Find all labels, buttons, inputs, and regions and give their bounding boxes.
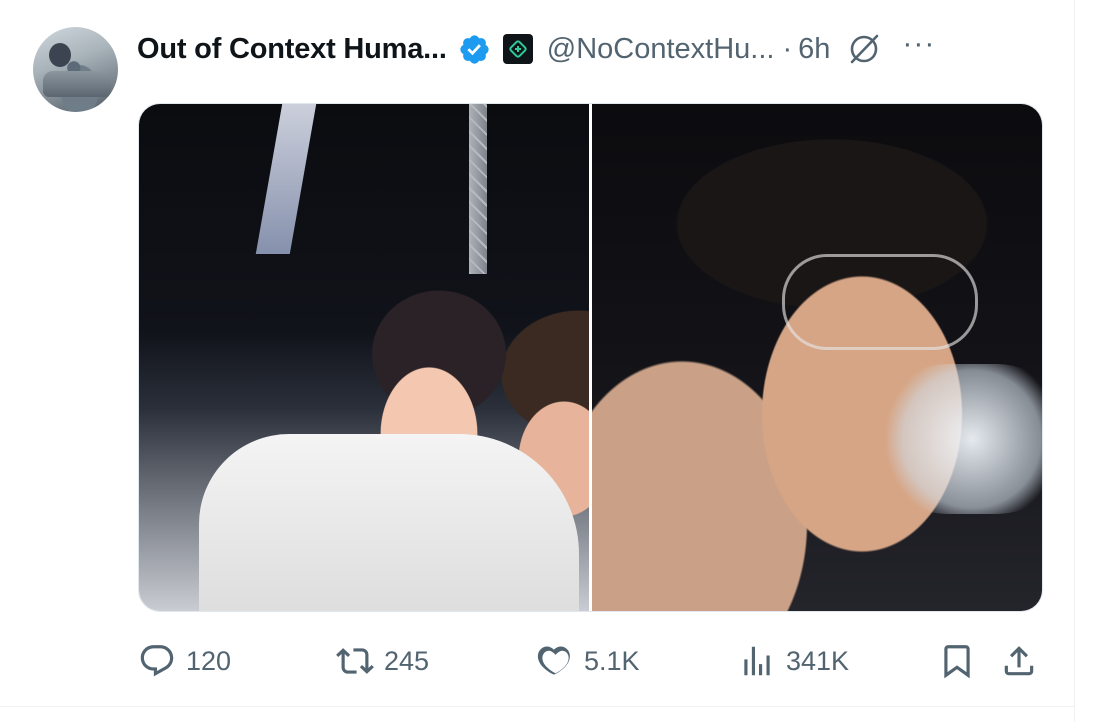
reply-count: 120 bbox=[186, 645, 232, 676]
timeline-right-border bbox=[1074, 0, 1075, 722]
photo-1-shirt-shape bbox=[199, 434, 579, 611]
photo-2-smoke-shape bbox=[872, 364, 1042, 514]
reply-button[interactable]: 120 bbox=[138, 636, 231, 686]
tweet-actions-bar: 120 245 5.1K 341K bbox=[138, 636, 1041, 686]
photo-2-glasses-shape bbox=[782, 254, 978, 350]
tweet-photo-2[interactable] bbox=[592, 104, 1042, 611]
like-button[interactable]: 5.1K bbox=[536, 636, 640, 686]
avatar-person-shape bbox=[49, 43, 71, 67]
tweet-header: Out of Context Huma... @NoContextHu... ·… bbox=[137, 28, 935, 70]
separator-dot: · bbox=[782, 32, 793, 65]
more-icon[interactable]: ··· bbox=[902, 29, 935, 69]
timestamp[interactable]: 6h bbox=[798, 33, 830, 66]
view-count: 341K bbox=[786, 645, 850, 676]
user-handle[interactable]: @NoContextHu... bbox=[547, 33, 775, 66]
views-icon bbox=[744, 646, 770, 676]
repost-icon bbox=[336, 648, 374, 674]
reply-icon bbox=[140, 645, 174, 677]
views-button[interactable]: 341K bbox=[738, 636, 849, 686]
repost-button[interactable]: 245 bbox=[336, 636, 429, 686]
display-name[interactable]: Out of Context Huma... bbox=[137, 33, 447, 66]
tweet-photo-1[interactable] bbox=[139, 104, 589, 611]
like-icon bbox=[537, 646, 570, 675]
avatar[interactable] bbox=[33, 27, 118, 112]
photo-1-stage-truss bbox=[469, 104, 487, 274]
repost-count: 245 bbox=[384, 645, 430, 676]
affiliate-logo-icon[interactable] bbox=[502, 34, 533, 64]
bookmark-icon bbox=[944, 645, 970, 679]
share-icon bbox=[1004, 646, 1034, 676]
like-count: 5.1K bbox=[584, 645, 640, 676]
verified-badge-icon[interactable] bbox=[458, 33, 491, 66]
tweet-media-grid bbox=[138, 103, 1043, 612]
tweet-bottom-border bbox=[0, 706, 1074, 707]
bookmark-button[interactable] bbox=[938, 636, 976, 686]
photo-1-stage-light bbox=[255, 104, 317, 254]
grok-icon[interactable] bbox=[846, 31, 882, 67]
avatar-car-shape bbox=[43, 71, 111, 97]
share-button[interactable] bbox=[1000, 636, 1038, 686]
